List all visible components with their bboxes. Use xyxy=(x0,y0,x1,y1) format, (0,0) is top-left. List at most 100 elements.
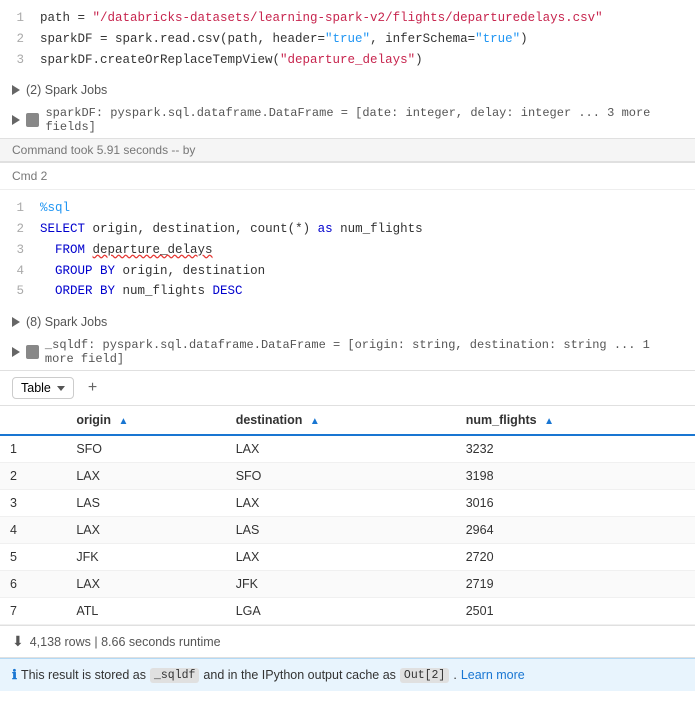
table-row: 3 LAS LAX 3016 xyxy=(0,490,695,517)
line-number: 4 xyxy=(0,262,40,281)
dataframe-icon xyxy=(26,345,39,359)
add-view-button[interactable]: + xyxy=(82,377,103,399)
cell-destination: LAS xyxy=(226,517,456,544)
info-text-3: . xyxy=(453,668,456,682)
table-toolbar: Table + xyxy=(0,371,695,406)
cell-origin: LAS xyxy=(66,490,225,517)
cell-origin: LAX xyxy=(66,463,225,490)
row-number: 1 xyxy=(0,435,66,463)
table-header-row: origin ▲ destination ▲ num_flights ▲ xyxy=(0,406,695,435)
code-line-sql-4: 4 GROUP BY origin, destination xyxy=(0,261,695,282)
info-text-2: and in the IPython output cache as xyxy=(203,668,396,682)
expand-icon xyxy=(12,115,20,125)
row-num-header xyxy=(0,406,66,435)
line-number: 5 xyxy=(0,282,40,301)
line-number: 3 xyxy=(0,51,40,70)
code-line-2: 2 sparkDF = spark.read.csv(path, header=… xyxy=(0,29,695,50)
schema-row-2: _sqldf: pyspark.sql.dataframe.DataFrame … xyxy=(0,334,695,370)
cell-num-flights: 2501 xyxy=(456,598,695,625)
sort-icon: ▲ xyxy=(119,416,129,427)
table-footer: ⬇ 4,138 rows | 8.66 seconds runtime xyxy=(0,625,695,657)
row-number: 4 xyxy=(0,517,66,544)
cell-origin: JFK xyxy=(66,544,225,571)
row-number: 2 xyxy=(0,463,66,490)
command-took: Command took 5.91 seconds -- by xyxy=(0,138,695,162)
code-content: %sql xyxy=(40,199,695,218)
cell-num-flights: 2719 xyxy=(456,571,695,598)
schema-text: sparkDF: pyspark.sql.dataframe.DataFrame… xyxy=(45,106,683,134)
table-row: 6 LAX JFK 2719 xyxy=(0,571,695,598)
code-content: sparkDF = spark.read.csv(path, header="t… xyxy=(40,30,695,49)
expand-icon xyxy=(12,85,20,95)
code-line-sql-5: 5 ORDER BY num_flights DESC xyxy=(0,281,695,302)
cell-origin: LAX xyxy=(66,517,225,544)
code-line-sql-1: 1 %sql xyxy=(0,198,695,219)
schema-row-1: sparkDF: pyspark.sql.dataframe.DataFrame… xyxy=(0,102,695,138)
table-view-label: Table xyxy=(21,381,51,395)
info-bar: ℹ This result is stored as _sqldf and in… xyxy=(0,658,695,691)
spark-jobs-label: (2) Spark Jobs xyxy=(26,83,107,97)
code-content: path = "/databricks-datasets/learning-sp… xyxy=(40,9,695,28)
line-number: 3 xyxy=(0,241,40,260)
table-row: 5 JFK LAX 2720 xyxy=(0,544,695,571)
row-count: 4,138 rows | 8.66 seconds runtime xyxy=(30,635,221,649)
code-line-3: 3 sparkDF.createOrReplaceTempView("depar… xyxy=(0,50,695,71)
line-number: 1 xyxy=(0,199,40,218)
download-icon[interactable]: ⬇ xyxy=(12,633,24,650)
code-block-1: 1 path = "/databricks-datasets/learning-… xyxy=(0,0,695,78)
sort-icon: ▲ xyxy=(544,416,554,427)
sort-icon: ▲ xyxy=(310,416,320,427)
cell-num-flights: 3232 xyxy=(456,435,695,463)
cache-var-label: Out[2] xyxy=(400,668,449,683)
code-line-sql-3: 3 FROM departure_delays xyxy=(0,240,695,261)
cell-num-flights: 2720 xyxy=(456,544,695,571)
row-number: 7 xyxy=(0,598,66,625)
info-icon: ℹ xyxy=(12,667,17,683)
cell-destination: JFK xyxy=(226,571,456,598)
table-row: 7 ATL LGA 2501 xyxy=(0,598,695,625)
table-row: 2 LAX SFO 3198 xyxy=(0,463,695,490)
cell-destination: LGA xyxy=(226,598,456,625)
col-header-origin[interactable]: origin ▲ xyxy=(66,406,225,435)
cell-num-flights: 2964 xyxy=(456,517,695,544)
code-cell-1: 1 path = "/databricks-datasets/learning-… xyxy=(0,0,695,163)
spark-jobs-row-2[interactable]: (8) Spark Jobs xyxy=(0,310,695,334)
table-section: Table + origin ▲ destination ▲ xyxy=(0,370,695,657)
cell-num-flights: 3198 xyxy=(456,463,695,490)
learn-more-link[interactable]: Learn more xyxy=(461,668,525,682)
cell-origin: ATL xyxy=(66,598,225,625)
cmd-label: Cmd 2 xyxy=(0,163,695,190)
chevron-down-icon xyxy=(57,386,65,391)
schema-text-2: _sqldf: pyspark.sql.dataframe.DataFrame … xyxy=(45,338,683,366)
row-number: 6 xyxy=(0,571,66,598)
table-view-button[interactable]: Table xyxy=(12,377,74,399)
expand-icon xyxy=(12,317,20,327)
code-line-sql-2: 2 SELECT origin, destination, count(*) a… xyxy=(0,219,695,240)
code-block-2: 1 %sql 2 SELECT origin, destination, cou… xyxy=(0,190,695,310)
table-row: 1 SFO LAX 3232 xyxy=(0,435,695,463)
row-number: 5 xyxy=(0,544,66,571)
code-content: SELECT origin, destination, count(*) as … xyxy=(40,220,695,239)
line-number: 2 xyxy=(0,30,40,49)
cell-destination: LAX xyxy=(226,435,456,463)
cell-origin: LAX xyxy=(66,571,225,598)
dataframe-icon xyxy=(26,113,39,127)
spark-jobs-label-2: (8) Spark Jobs xyxy=(26,315,107,329)
col-header-destination[interactable]: destination ▲ xyxy=(226,406,456,435)
spark-jobs-row-1[interactable]: (2) Spark Jobs xyxy=(0,78,695,102)
info-text-1: This result is stored as xyxy=(21,668,146,682)
code-cell-2: 1 %sql 2 SELECT origin, destination, cou… xyxy=(0,190,695,658)
line-number: 1 xyxy=(0,9,40,28)
cell-destination: LAX xyxy=(226,544,456,571)
cell-origin: SFO xyxy=(66,435,225,463)
results-table: origin ▲ destination ▲ num_flights ▲ 1 S… xyxy=(0,406,695,625)
code-line-1: 1 path = "/databricks-datasets/learning-… xyxy=(0,8,695,29)
line-number: 2 xyxy=(0,220,40,239)
code-content: GROUP BY origin, destination xyxy=(40,262,695,281)
code-content: sparkDF.createOrReplaceTempView("departu… xyxy=(40,51,695,70)
table-row: 4 LAX LAS 2964 xyxy=(0,517,695,544)
col-header-num-flights[interactable]: num_flights ▲ xyxy=(456,406,695,435)
cell-destination: LAX xyxy=(226,490,456,517)
code-content: ORDER BY num_flights DESC xyxy=(40,282,695,301)
varname-label: _sqldf xyxy=(150,668,199,683)
